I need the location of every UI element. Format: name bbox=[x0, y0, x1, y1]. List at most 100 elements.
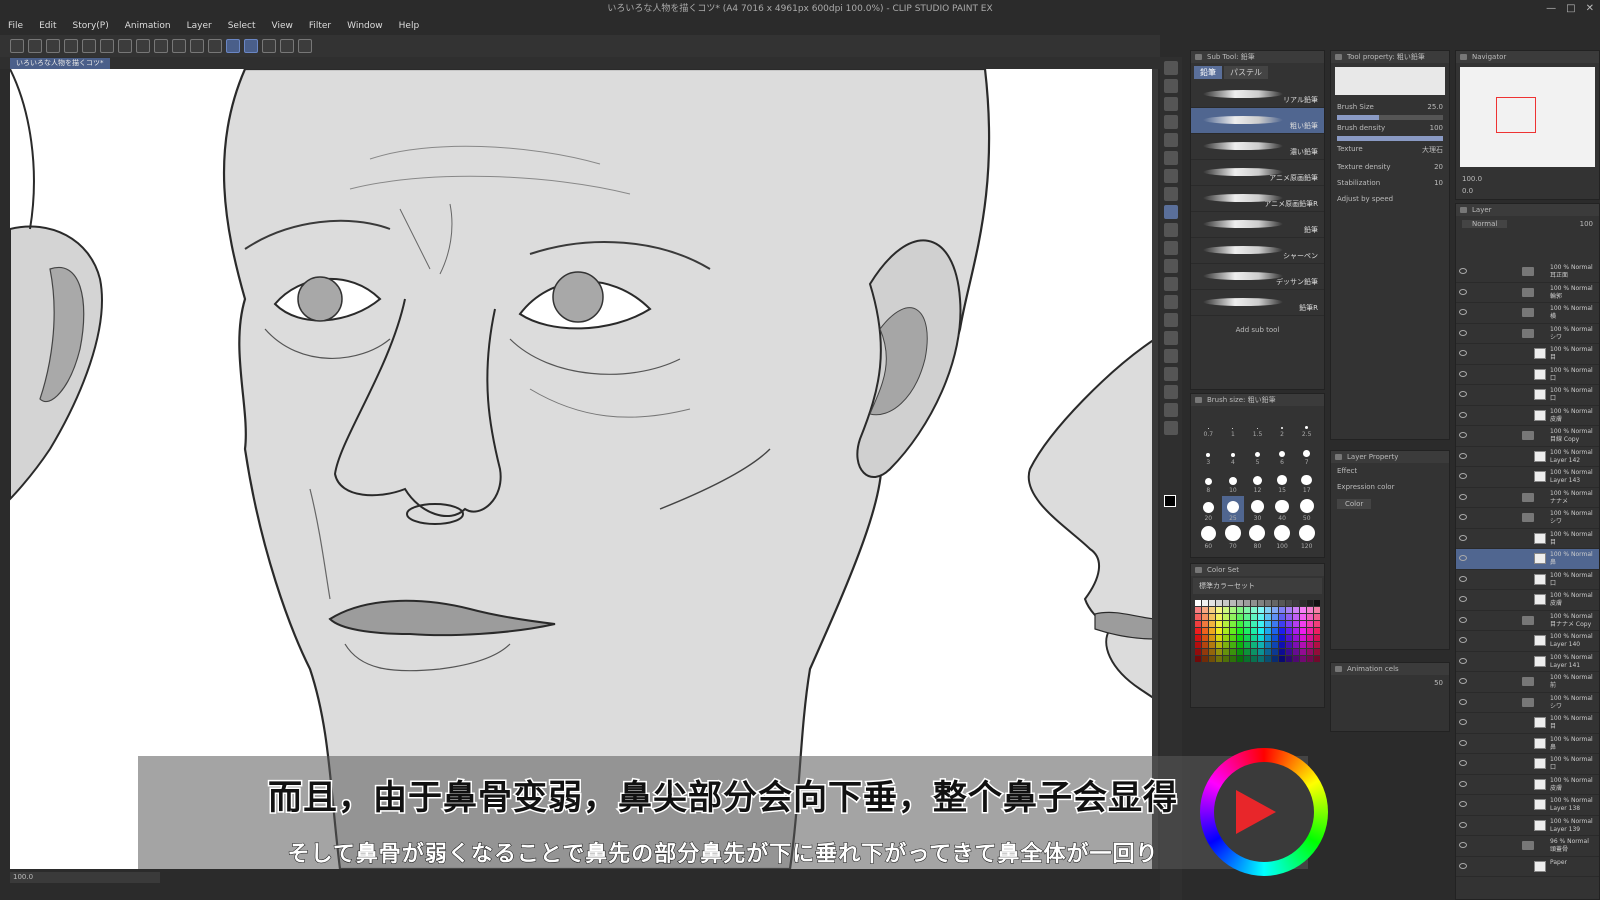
pen-tool-icon[interactable] bbox=[1164, 169, 1178, 183]
sub-tool-item[interactable]: シャーペン bbox=[1191, 238, 1324, 264]
color-swatch[interactable] bbox=[1209, 600, 1215, 606]
texture-value[interactable]: 大理石 bbox=[1422, 145, 1443, 155]
color-swatch[interactable] bbox=[1216, 656, 1222, 662]
visibility-eye-icon[interactable] bbox=[1459, 719, 1467, 725]
layer-row[interactable]: 100 % Normal 口 bbox=[1456, 754, 1599, 775]
color-swatch[interactable] bbox=[1314, 649, 1320, 655]
color-swatch[interactable] bbox=[1230, 642, 1236, 648]
layer-row[interactable]: 100 % Normal 目線 Copy bbox=[1456, 426, 1599, 447]
visibility-eye-icon[interactable] bbox=[1459, 616, 1467, 623]
color-swatch[interactable] bbox=[1223, 614, 1229, 620]
color-swatch[interactable] bbox=[1307, 649, 1313, 655]
color-swatch[interactable] bbox=[1258, 607, 1264, 613]
menu-item-animation[interactable]: Animation bbox=[117, 18, 179, 35]
navigator-preview[interactable] bbox=[1460, 67, 1595, 167]
color-swatch[interactable] bbox=[1307, 600, 1313, 606]
add-sub-tool-button[interactable]: Add sub tool bbox=[1191, 326, 1324, 334]
brush-tool-icon[interactable] bbox=[1164, 223, 1178, 237]
color-swatch[interactable] bbox=[1209, 649, 1215, 655]
color-swatch[interactable] bbox=[1286, 614, 1292, 620]
color-swatch[interactable] bbox=[1251, 656, 1257, 662]
color-swatch[interactable] bbox=[1307, 607, 1313, 613]
snap-ruler-icon[interactable] bbox=[226, 39, 240, 53]
brush-size-option[interactable]: 1 bbox=[1222, 412, 1245, 438]
brush-size-option[interactable]: 2 bbox=[1271, 412, 1294, 438]
color-swatch[interactable] bbox=[1293, 649, 1299, 655]
color-swatch[interactable] bbox=[1216, 649, 1222, 655]
brush-size-option[interactable]: 80 bbox=[1246, 524, 1269, 550]
layer-row[interactable]: 100 % Normal 口 bbox=[1456, 570, 1599, 590]
color-swatch[interactable] bbox=[1223, 642, 1229, 648]
color-swatch[interactable] bbox=[1223, 621, 1229, 627]
new-file-icon[interactable] bbox=[28, 39, 42, 53]
color-swatch[interactable] bbox=[1209, 628, 1215, 634]
layer-row[interactable]: 100 % Normal 横 bbox=[1456, 303, 1599, 324]
layer-row[interactable]: 100 % Normal Layer 143 bbox=[1456, 467, 1599, 488]
color-swatch[interactable] bbox=[1209, 607, 1215, 613]
undo-icon[interactable] bbox=[82, 39, 96, 53]
color-swatch[interactable] bbox=[1265, 656, 1271, 662]
layer-row[interactable]: 100 % Normal シワ bbox=[1456, 693, 1599, 713]
navigator-angle[interactable]: 0.0 bbox=[1462, 187, 1473, 195]
color-swatch[interactable] bbox=[1258, 642, 1264, 648]
layer-row[interactable]: 100 % Normal 鼻 bbox=[1456, 549, 1599, 570]
color-swatch[interactable] bbox=[1244, 649, 1250, 655]
color-swatch[interactable] bbox=[1202, 635, 1208, 641]
layer-row[interactable]: 96 % Normal 頭蓋骨 bbox=[1456, 836, 1599, 857]
layer-row[interactable]: 100 % Normal 輪郭 bbox=[1456, 283, 1599, 303]
menu-item-select[interactable]: Select bbox=[220, 18, 264, 35]
color-swatch[interactable] bbox=[1251, 600, 1257, 606]
transform-icon[interactable] bbox=[154, 39, 168, 53]
menu-item-filter[interactable]: Filter bbox=[301, 18, 339, 35]
color-swatch[interactable] bbox=[1279, 656, 1285, 662]
color-swatch[interactable] bbox=[1195, 600, 1201, 606]
color-swatch[interactable] bbox=[1314, 628, 1320, 634]
color-swatch[interactable] bbox=[1216, 614, 1222, 620]
minimize-icon[interactable]: — bbox=[1546, 0, 1556, 18]
color-swatch[interactable] bbox=[1314, 600, 1320, 606]
color-swatch[interactable] bbox=[1209, 635, 1215, 641]
stabilization-value[interactable]: 10 bbox=[1434, 179, 1443, 187]
sub-tool-item[interactable]: アニメ原画鉛筆R bbox=[1191, 186, 1324, 212]
layer-row[interactable]: 100 % Normal 目 bbox=[1456, 529, 1599, 549]
visibility-eye-icon[interactable] bbox=[1459, 637, 1467, 643]
color-swatch[interactable] bbox=[1286, 656, 1292, 662]
color-swatch[interactable] bbox=[1293, 621, 1299, 627]
visibility-eye-icon[interactable] bbox=[1459, 309, 1467, 315]
sub-tool-item[interactable]: 鉛筆 bbox=[1191, 212, 1324, 238]
navigator-viewport[interactable] bbox=[1496, 97, 1536, 133]
color-swatch[interactable] bbox=[1209, 614, 1215, 620]
layer-row[interactable]: 100 % Normal Layer 142 bbox=[1456, 447, 1599, 467]
visibility-eye-icon[interactable] bbox=[1459, 596, 1467, 602]
color-swatch[interactable] bbox=[1307, 656, 1313, 662]
color-swatch[interactable] bbox=[1279, 614, 1285, 620]
color-swatch[interactable] bbox=[1307, 642, 1313, 648]
color-swatch[interactable] bbox=[1258, 628, 1264, 634]
color-swatch[interactable] bbox=[1202, 621, 1208, 627]
texture-density-value[interactable]: 20 bbox=[1434, 163, 1443, 171]
brush-size-option[interactable]: 2.5 bbox=[1295, 412, 1318, 438]
frame-border-icon[interactable] bbox=[1164, 349, 1178, 363]
color-swatch[interactable] bbox=[1314, 642, 1320, 648]
animation-cels-value[interactable]: 50 bbox=[1434, 679, 1443, 687]
redo-icon[interactable] bbox=[100, 39, 114, 53]
menu-item-layer[interactable]: Layer bbox=[179, 18, 220, 35]
visibility-eye-icon[interactable] bbox=[1459, 862, 1467, 869]
layer-row[interactable]: 100 % Normal 前 bbox=[1456, 672, 1599, 693]
color-swatch[interactable] bbox=[1195, 614, 1201, 620]
color-swatch[interactable] bbox=[1307, 635, 1313, 641]
brush-size-slider[interactable] bbox=[1337, 115, 1443, 120]
sub-tool-item[interactable]: アニメ原画鉛筆 bbox=[1191, 160, 1324, 186]
ruler-icon[interactable] bbox=[1164, 367, 1178, 381]
eraser-icon[interactable] bbox=[1164, 259, 1178, 273]
text-tool-icon[interactable] bbox=[1164, 385, 1178, 399]
brush-size-option[interactable]: 12 bbox=[1246, 468, 1269, 494]
color-swatch[interactable] bbox=[1230, 607, 1236, 613]
visibility-eye-icon[interactable] bbox=[1459, 493, 1467, 500]
color-swatch[interactable] bbox=[1230, 635, 1236, 641]
crop-icon[interactable] bbox=[208, 39, 222, 53]
color-swatch[interactable] bbox=[1230, 600, 1236, 606]
visibility-eye-icon[interactable] bbox=[1459, 575, 1467, 582]
tab-pencil[interactable]: 鉛筆 bbox=[1194, 66, 1222, 79]
fill-icon[interactable] bbox=[136, 39, 150, 53]
